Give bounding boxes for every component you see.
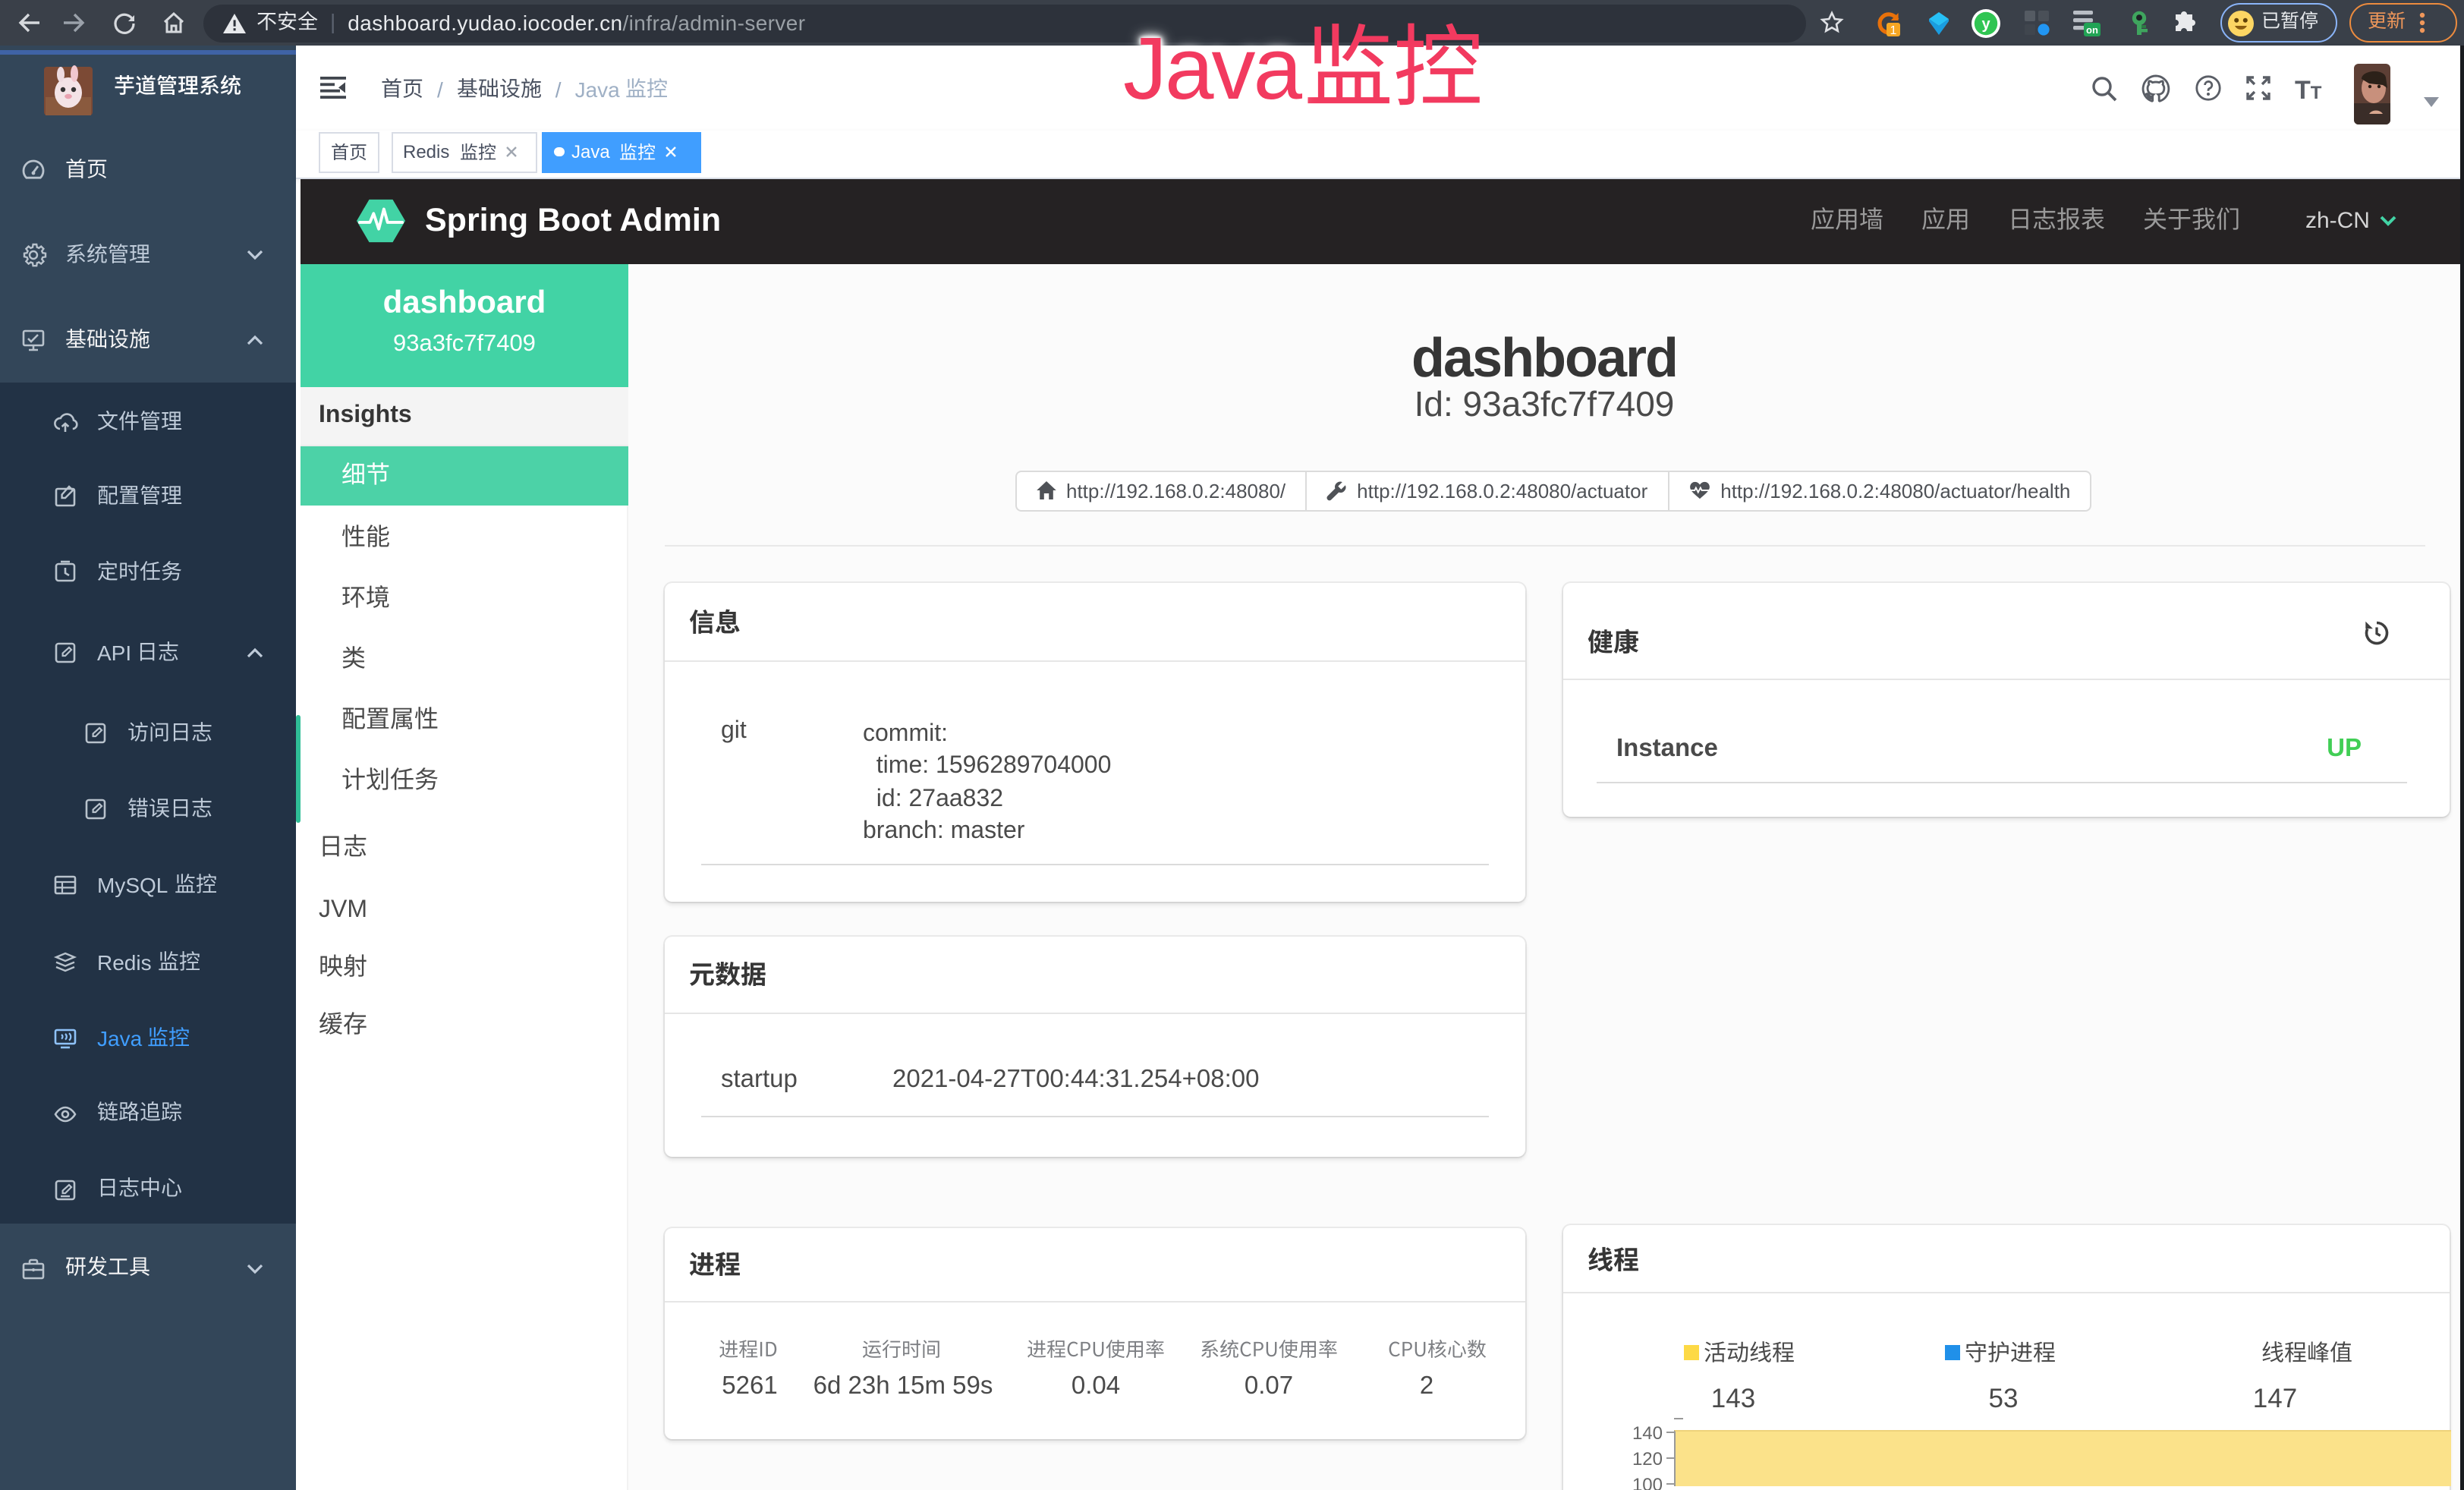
svg-text:on: on — [2086, 24, 2098, 36]
svg-text:1: 1 — [1890, 24, 1896, 36]
svg-text:y: y — [1981, 15, 1990, 32]
